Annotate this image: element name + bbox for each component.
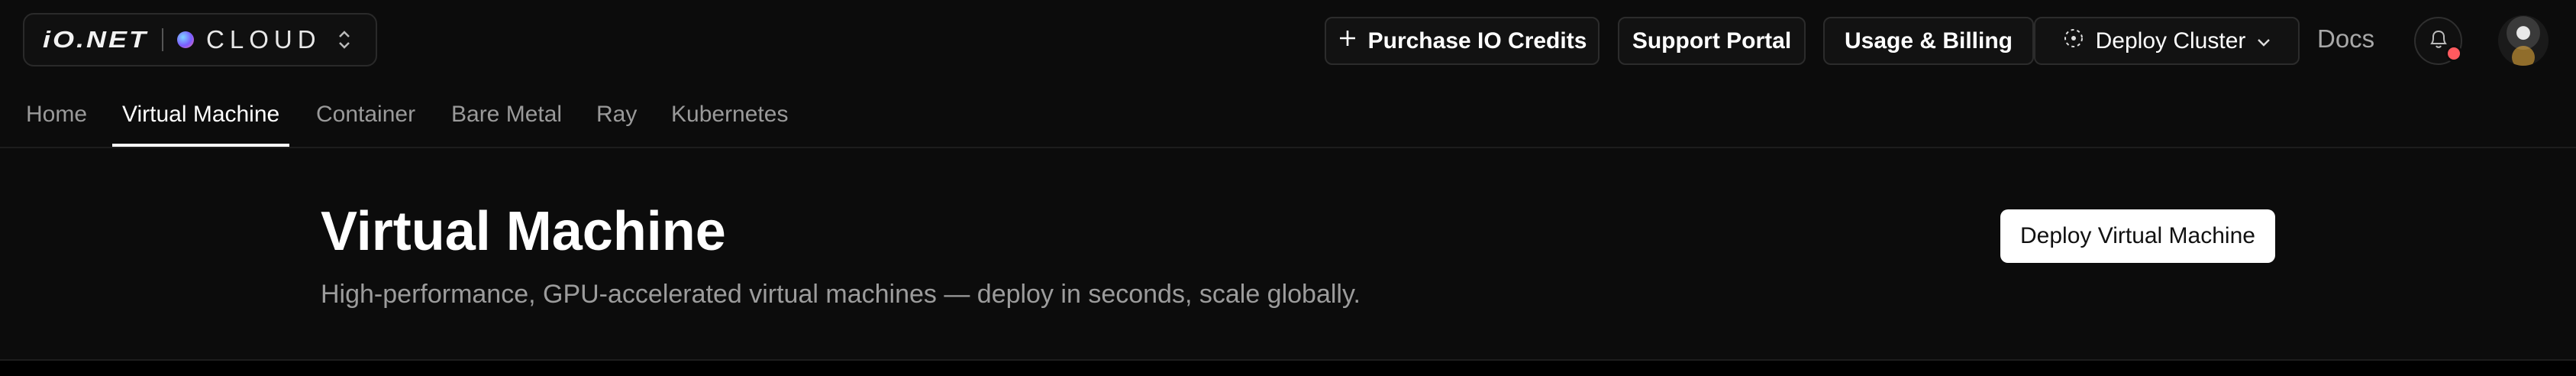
user-avatar[interactable] xyxy=(2498,15,2549,66)
cloud-logo-icon xyxy=(177,31,195,48)
usage-billing-label: Usage & Billing xyxy=(1844,28,2013,53)
docs-link[interactable]: Docs xyxy=(2317,24,2374,53)
support-portal-label: Support Portal xyxy=(1632,28,1792,53)
usage-billing-button[interactable]: Usage & Billing xyxy=(1823,17,2034,65)
notification-badge xyxy=(2445,45,2462,62)
deploy-virtual-machine-button[interactable]: Deploy Virtual Machine xyxy=(2000,209,2275,263)
selector-icon xyxy=(335,24,353,55)
tab-ray[interactable]: Ray xyxy=(596,83,637,147)
page-subtitle: High-performance, GPU-accelerated virtua… xyxy=(321,280,1361,309)
content-area xyxy=(0,361,2576,376)
tab-virtual-machine[interactable]: Virtual Machine xyxy=(122,83,279,147)
tab-bare-metal[interactable]: Bare Metal xyxy=(451,83,562,147)
tab-home[interactable]: Home xyxy=(26,83,87,147)
top-bar: iO.NET CLOUD Purchase IO Credits Support… xyxy=(0,0,2576,83)
purchase-credits-button[interactable]: Purchase IO Credits xyxy=(1325,17,1600,65)
purchase-credits-label: Purchase IO Credits xyxy=(1367,28,1587,53)
tab-kubernetes[interactable]: Kubernetes xyxy=(671,83,788,147)
product-tabs: Home Virtual Machine Container Bare Meta… xyxy=(0,83,2576,148)
notifications-button[interactable] xyxy=(2414,17,2462,65)
page-title: Virtual Machine xyxy=(321,201,726,262)
active-tab-indicator xyxy=(112,144,289,147)
cluster-icon xyxy=(2062,27,2085,56)
tab-container[interactable]: Container xyxy=(316,83,415,147)
deploy-cluster-dropdown[interactable]: Deploy Cluster xyxy=(2034,17,2300,65)
chevron-down-icon xyxy=(2256,28,2271,54)
product-name: CLOUD xyxy=(206,25,321,53)
deploy-cluster-label: Deploy Cluster xyxy=(2095,28,2246,53)
page-header: Virtual Machine High-performance, GPU-ac… xyxy=(0,148,2576,361)
brand-divider xyxy=(162,28,164,51)
io-net-logo: iO.NET xyxy=(43,26,149,53)
support-portal-button[interactable]: Support Portal xyxy=(1618,17,1806,65)
workspace-switcher[interactable]: iO.NET CLOUD xyxy=(23,13,377,66)
plus-icon xyxy=(1338,28,1357,54)
